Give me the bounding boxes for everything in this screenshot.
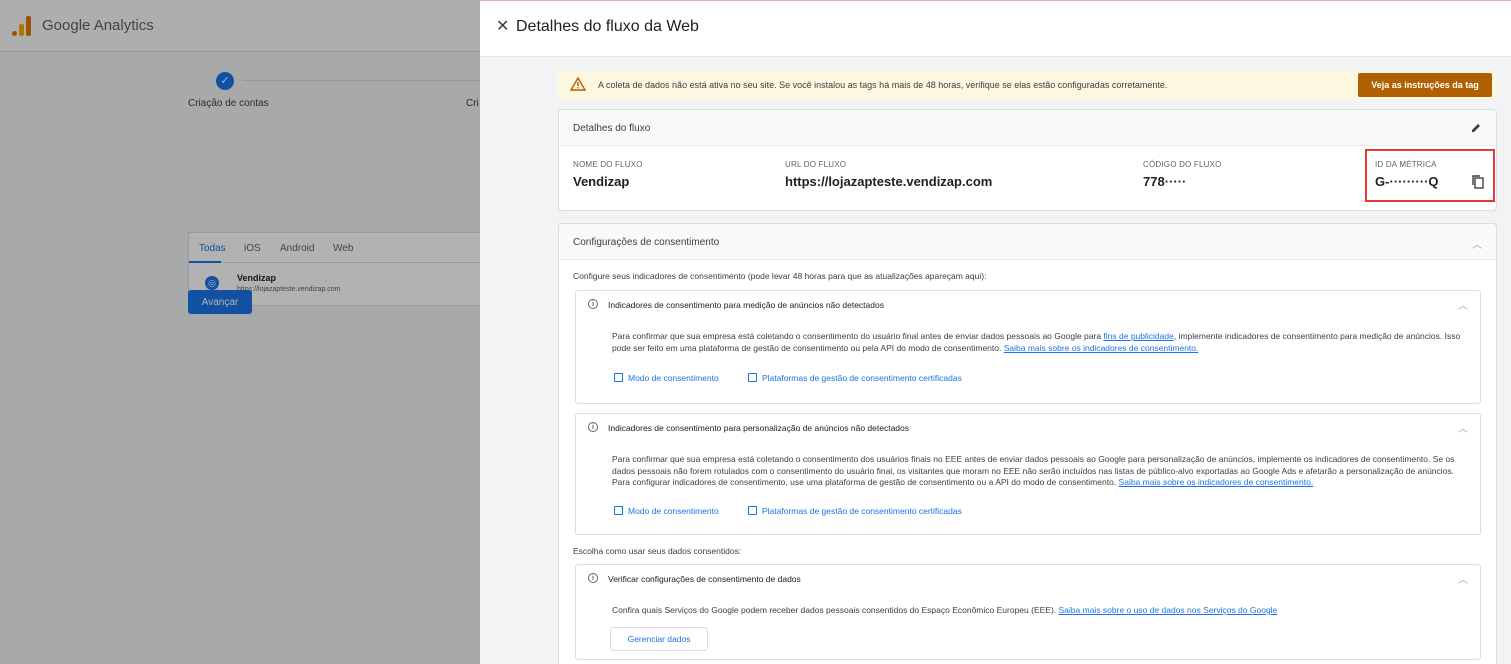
- stream-details-card: Detalhes do fluxo NOME DO FLUXO Vendizap…: [558, 109, 1497, 211]
- field-label: ID DA MÉTRICA: [1375, 160, 1437, 169]
- consent-settings-card: Configurações de consentimento ︿ Configu…: [558, 223, 1497, 664]
- info-icon: i: [588, 573, 598, 583]
- open-in-new-icon: [748, 373, 757, 382]
- panel-header: ✕ Detalhes do fluxo da Web: [480, 1, 1511, 57]
- chevron-up-icon[interactable]: ︿: [1458, 420, 1468, 435]
- field-label: URL DO FLUXO: [785, 160, 847, 169]
- learn-more-link[interactable]: Saiba mais sobre os indicadores de conse…: [1004, 343, 1199, 353]
- card-title: Configurações de consentimento: [573, 237, 720, 248]
- manage-data-button[interactable]: Gerenciar dados: [610, 627, 708, 651]
- section-header[interactable]: i Indicadores de consentimento para medi…: [576, 291, 1480, 317]
- panel-title: Detalhes do fluxo da Web: [516, 18, 699, 35]
- consent-mode-link[interactable]: Modo de consentimento: [614, 373, 719, 383]
- stream-name-value: Vendizap: [573, 174, 630, 189]
- close-icon[interactable]: ✕: [496, 17, 509, 37]
- open-in-new-icon: [748, 506, 757, 515]
- ads-purposes-link[interactable]: fins de publicidade: [1103, 331, 1173, 341]
- ads-measurement-section: i Indicadores de consentimento para medi…: [575, 290, 1481, 404]
- info-icon: i: [588, 422, 598, 432]
- section-body: Para confirmar que sua empresa está cole…: [612, 331, 1461, 353]
- choose-usage-text: Escolha como usar seus dados consentidos…: [573, 546, 742, 556]
- consent-mode-link[interactable]: Modo de consentimento: [614, 506, 719, 516]
- stream-code-value: 778·····: [1143, 174, 1187, 189]
- card-header[interactable]: Configurações de consentimento ︿: [559, 224, 1496, 260]
- tag-instructions-button[interactable]: Veja as instruções da tag: [1358, 73, 1492, 97]
- consent-intro: Configure seus indicadores de consentime…: [573, 271, 987, 281]
- measurement-id-value: G-·········Q: [1375, 174, 1439, 189]
- warning-banner: A coleta de dados não está ativa no seu …: [558, 71, 1497, 99]
- section-body: Para confirmar que sua empresa está cole…: [612, 454, 1455, 487]
- info-icon: i: [588, 299, 598, 309]
- chevron-up-icon[interactable]: ︿: [1458, 571, 1468, 586]
- copy-icon[interactable]: [1472, 175, 1484, 189]
- field-label: NOME DO FLUXO: [573, 160, 643, 169]
- warning-icon: [570, 77, 586, 91]
- section-body: Confira quais Serviços do Google podem r…: [612, 605, 1278, 615]
- section-title: Indicadores de consentimento para mediçã…: [608, 300, 884, 310]
- stream-details-panel: ✕ Detalhes do fluxo da Web A coleta de d…: [480, 0, 1511, 664]
- section-header[interactable]: i Indicadores de consentimento para pers…: [576, 414, 1480, 440]
- card-title: Detalhes do fluxo: [573, 123, 651, 134]
- open-in-new-icon: [614, 373, 623, 382]
- ads-personalization-section: i Indicadores de consentimento para pers…: [575, 413, 1481, 535]
- learn-more-link[interactable]: Saiba mais sobre os indicadores de conse…: [1119, 477, 1314, 487]
- open-in-new-icon: [614, 506, 623, 515]
- card-header: Detalhes do fluxo: [559, 110, 1496, 146]
- section-title: Indicadores de consentimento para person…: [608, 423, 910, 433]
- warning-text: A coleta de dados não está ativa no seu …: [598, 80, 1168, 90]
- verify-consent-section: i Verificar configurações de consentimen…: [575, 564, 1481, 660]
- pencil-icon[interactable]: [1470, 122, 1482, 134]
- google-services-link[interactable]: Saiba mais sobre o uso de dados nos Serv…: [1059, 605, 1278, 615]
- cmp-platforms-link[interactable]: Plataformas de gestão de consentimento c…: [748, 506, 962, 516]
- chevron-up-icon[interactable]: ︿: [1458, 297, 1468, 312]
- stream-url-value: https://lojazapteste.vendizap.com: [785, 174, 993, 189]
- section-title: Verificar configurações de consentimento…: [608, 574, 801, 584]
- chevron-up-icon[interactable]: ︿: [1472, 236, 1482, 251]
- cmp-platforms-link[interactable]: Plataformas de gestão de consentimento c…: [748, 373, 962, 383]
- section-header[interactable]: i Verificar configurações de consentimen…: [576, 565, 1480, 591]
- field-label: CÓDIGO DO FLUXO: [1143, 160, 1222, 169]
